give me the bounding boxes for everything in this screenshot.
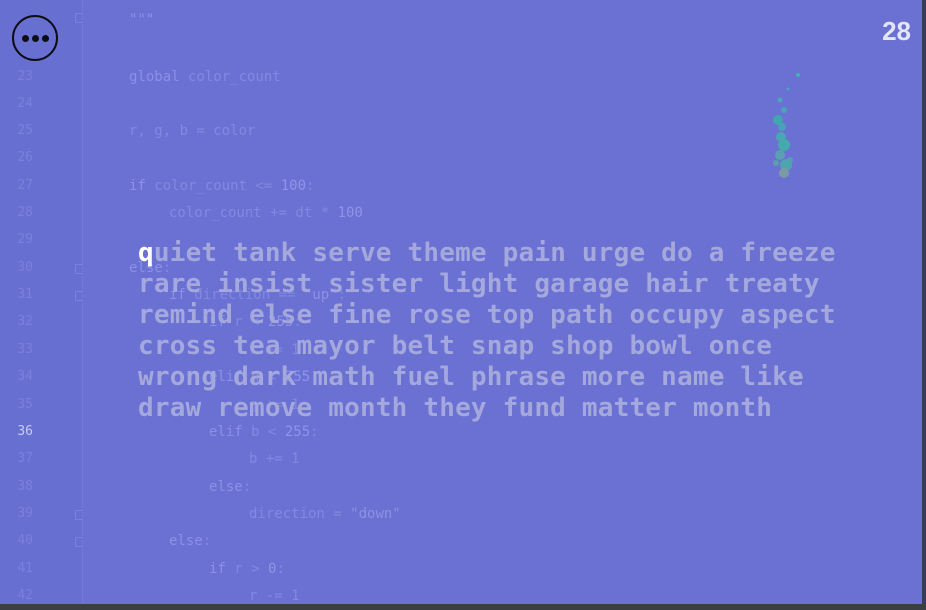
typing-line-rest: uiet tank serve theme pain urge do a fre… <box>153 238 836 268</box>
line-number: 32 <box>17 314 33 329</box>
code-line-39: direction = "down" <box>249 506 401 522</box>
status-bar <box>0 604 926 610</box>
code-token: if <box>209 561 226 577</box>
current-char: q <box>138 238 154 268</box>
line-number: 26 <box>17 150 33 165</box>
code-token: : <box>202 533 212 549</box>
code-token: color_count <= <box>145 178 281 194</box>
code-token: "down" <box>350 506 401 522</box>
line-number: 30 <box>17 260 33 275</box>
code-token: 100 <box>337 205 363 221</box>
code-token: r > <box>225 561 269 577</box>
code-docstring-end: """ <box>129 12 155 28</box>
typing-prompt-text[interactable]: quiet tank serve theme pain urge do a fr… <box>138 238 868 424</box>
line-number-gutter: 23 24 25 26 27 28 29 30 31 32 33 34 35 3… <box>0 0 83 606</box>
line-number: 31 <box>17 287 33 302</box>
code-line-36: elif b < 255: <box>209 424 319 440</box>
window-edge <box>922 0 926 610</box>
code-line-40: else: <box>169 533 211 549</box>
line-number: 34 <box>17 369 33 384</box>
typing-line: wrong dark math fuel phrase more name li… <box>138 362 804 392</box>
code-token: : <box>276 561 285 577</box>
code-token: if <box>129 178 146 194</box>
code-token: direction = <box>249 506 351 522</box>
code-token: color_count += dt * <box>169 205 338 221</box>
line-number: 23 <box>17 69 33 84</box>
particle-effect <box>773 73 800 178</box>
typing-line: rare insist sister light garage hair tre… <box>138 269 820 299</box>
code-token: else <box>169 533 203 549</box>
code-token: 255 <box>284 424 311 440</box>
code-line-38: else: <box>209 479 251 495</box>
code-line-41: if r > 0: <box>209 561 285 577</box>
line-number: 42 <box>17 588 33 603</box>
gutter-divider <box>82 0 83 606</box>
more-horizontal-icon <box>21 34 49 42</box>
typing-line: quiet tank serve theme pain urge do a fr… <box>138 238 868 269</box>
code-token: else <box>209 479 243 495</box>
line-number: 35 <box>17 397 33 412</box>
code-token: global <box>129 69 180 85</box>
typing-line: draw remove month they fund matter month <box>138 393 773 423</box>
line-number: 24 <box>17 96 33 111</box>
line-number: 37 <box>17 451 33 466</box>
line-number: 38 <box>17 479 33 494</box>
line-number: 25 <box>17 123 33 138</box>
typing-line: remind else fine rose top path occupy as… <box>138 300 836 330</box>
typing-line: cross tea mayor belt snap shop bowl once <box>138 331 773 361</box>
code-token: color_count <box>179 69 281 85</box>
line-number: 28 <box>17 205 33 220</box>
menu-button[interactable] <box>12 15 58 61</box>
line-number: 39 <box>17 506 33 521</box>
countdown-timer: 28 <box>882 16 911 46</box>
editor-window: 23 24 25 26 27 28 29 30 31 32 33 34 35 3… <box>0 0 926 610</box>
code-token: : <box>306 178 315 194</box>
code-token: b < <box>242 424 285 440</box>
line-number: 41 <box>17 561 33 576</box>
code-line-23: global color_count <box>129 69 281 85</box>
code-line-37: b += 1 <box>249 451 300 467</box>
line-number: 29 <box>17 232 33 247</box>
code-token: elif <box>209 424 243 440</box>
code-line-28: color_count += dt * 100 <box>169 205 363 221</box>
line-number: 33 <box>17 342 33 357</box>
code-line-27: if color_count <= 100: <box>129 178 314 194</box>
line-number: 27 <box>17 178 33 193</box>
code-token: : <box>310 424 319 440</box>
code-line-25: r, g, b = color <box>129 123 256 139</box>
code-token: : <box>242 479 252 495</box>
code-line-42: r -= 1 <box>249 588 300 604</box>
current-line-number: 36 <box>17 424 33 439</box>
line-number: 40 <box>17 533 33 548</box>
code-token: 100 <box>280 178 307 194</box>
